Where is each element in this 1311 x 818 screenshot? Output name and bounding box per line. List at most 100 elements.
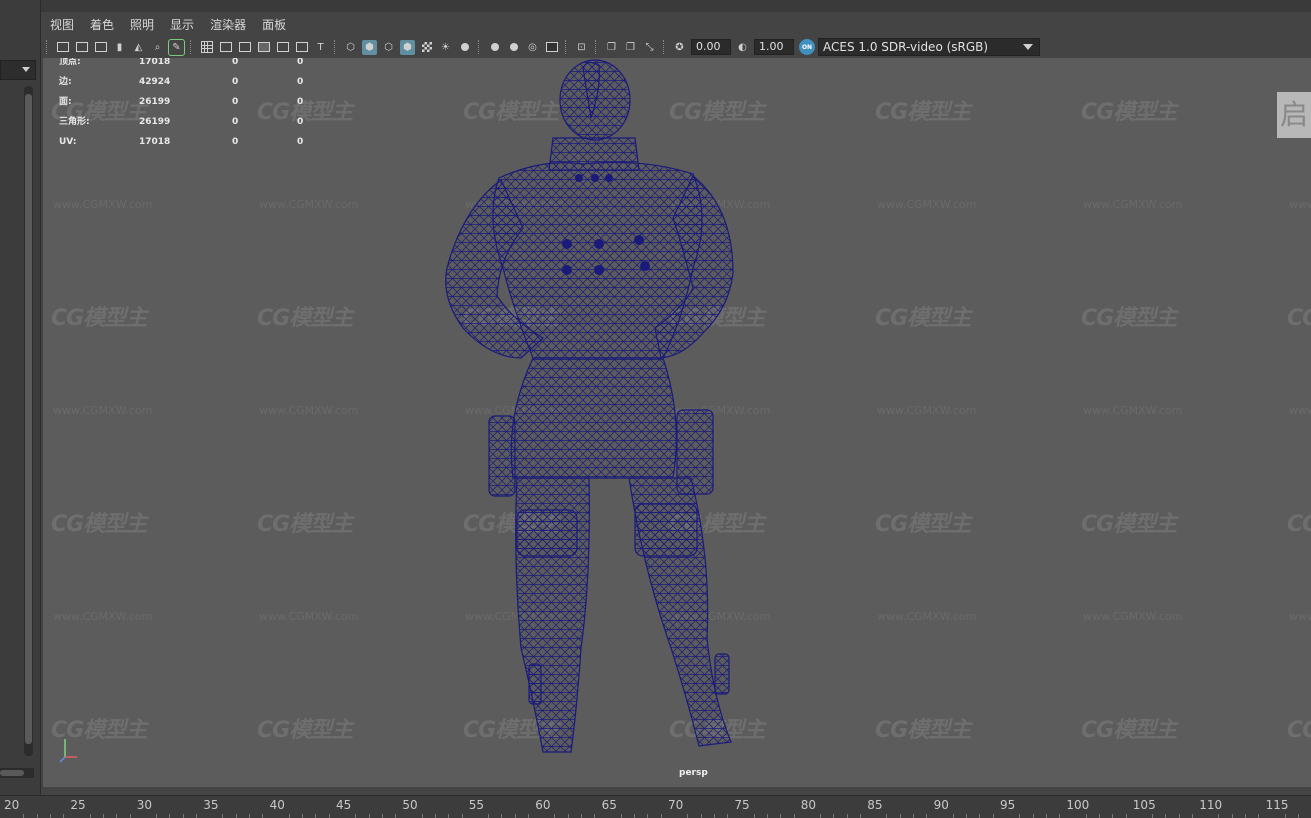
timeline-tick — [966, 814, 968, 818]
timeline-tick — [1125, 814, 1127, 818]
timeline-tick — [1258, 814, 1260, 818]
checker-icon[interactable] — [419, 40, 434, 55]
left-panel-hscrollbar[interactable] — [0, 768, 34, 778]
chevron-down-icon — [22, 67, 30, 72]
axis-gizmo-icon — [59, 739, 77, 763]
timeline-tick-label: 25 — [70, 798, 86, 812]
wireframe-icon[interactable]: ⬡ — [343, 40, 358, 55]
left-panel-scrollbar[interactable] — [24, 86, 33, 756]
timeline-tick — [1059, 814, 1061, 818]
color-space-select[interactable]: ACES 1.0 SDR-video (sRGB) — [818, 38, 1040, 56]
timeline-tick — [381, 814, 383, 818]
left-panel-dropdown[interactable] — [0, 60, 36, 80]
toolbar-separator — [595, 40, 598, 54]
hscrollbar-thumb[interactable] — [0, 770, 24, 776]
shadows-icon[interactable] — [457, 40, 472, 55]
timeline-tick — [129, 814, 131, 818]
grease-pencil-icon[interactable]: ✎ — [168, 38, 185, 56]
smooth-shade-icon[interactable]: ⬢ — [362, 39, 377, 55]
field-chart-icon[interactable] — [275, 40, 290, 55]
timeline-tick — [1045, 814, 1047, 818]
2d-pan-zoom-icon[interactable]: ⌕ — [150, 40, 165, 55]
xray-icon[interactable]: ❐ — [604, 40, 619, 55]
film-gate-icon[interactable] — [218, 40, 233, 55]
image-plane-icon[interactable]: ◭ — [131, 40, 146, 55]
safe-action-icon[interactable] — [294, 40, 309, 55]
timeline-tick — [355, 814, 357, 818]
scrollbar-thumb[interactable] — [25, 94, 32, 744]
color-management-toggle[interactable]: ON — [799, 39, 815, 55]
timeline-tick — [501, 814, 503, 818]
model-left-knee-pad — [516, 509, 578, 557]
menu-show[interactable]: 显示 — [162, 14, 202, 36]
exposure-field[interactable]: 0.00 — [691, 39, 731, 55]
menu-view[interactable]: 视图 — [42, 14, 82, 36]
timeline-tick — [262, 814, 264, 818]
menu-shading[interactable]: 着色 — [82, 14, 122, 36]
xray-components-icon[interactable]: ⤡ — [642, 40, 657, 55]
hud-value: 0 — [297, 117, 304, 127]
gamma-field[interactable]: 1.00 — [754, 39, 794, 55]
timeline-tick-label: 45 — [336, 798, 352, 812]
character-wireframe-model[interactable] — [43, 58, 1311, 787]
textured-icon[interactable]: ⬢ — [400, 39, 415, 55]
timeline-tick — [780, 814, 782, 818]
panel-toolbar: ▮ ◭ ⌕ ✎ T ⬡ ⬢ ⬡ ⬢ ☀ ◎ ⊡ ❐ ❐ ⤡ ✪ 0.00 ◐ 1… — [42, 36, 1311, 58]
timeline-tick — [620, 814, 622, 818]
hud-label: UV: — [59, 137, 77, 147]
isolate-select-icon[interactable]: ⊡ — [574, 40, 589, 55]
resolution-gate-icon[interactable] — [237, 40, 252, 55]
multisample-aa-icon[interactable]: ◎ — [525, 40, 540, 55]
timeline-tick — [235, 814, 237, 818]
menu-lighting[interactable]: 照明 — [122, 14, 162, 36]
camera-name-label: persp — [679, 768, 708, 778]
timeline-tick — [713, 814, 715, 818]
timeline-tick — [156, 814, 158, 818]
timeline-tick — [1191, 814, 1193, 818]
timeline-tick — [434, 814, 436, 818]
gamma-icon[interactable]: ◐ — [735, 40, 750, 55]
timeline-tick — [116, 814, 118, 818]
menu-renderer[interactable]: 渲染器 — [202, 14, 254, 36]
model-right-knee-pad — [634, 503, 698, 557]
time-slider[interactable]: 20 25 30 35 40 45 50 55 60 65 70 75 80 85 90 95 100 105 11… — [0, 795, 1311, 818]
chevron-down-icon — [1023, 44, 1033, 50]
grid-icon[interactable] — [199, 40, 214, 55]
motion-blur-icon[interactable] — [506, 40, 521, 55]
timeline-tick — [1112, 814, 1114, 818]
timeline-tick-label: 30 — [136, 798, 153, 812]
timeline-tick — [527, 814, 529, 818]
safe-title-icon[interactable]: T — [313, 40, 328, 55]
timeline-tick — [1152, 814, 1154, 818]
depth-of-field-icon[interactable] — [544, 40, 559, 55]
timeline-tick — [49, 814, 51, 818]
timeline-tick-label: 50 — [402, 798, 418, 812]
model-left-holster — [488, 415, 516, 497]
timeline-tick-label: 75 — [734, 798, 750, 812]
hud-value: 0 — [232, 117, 239, 127]
hud-value: 0 — [232, 137, 239, 147]
menu-panels[interactable]: 面板 — [254, 14, 294, 36]
hud-label: 顶点: — [59, 58, 81, 67]
gate-mask-icon[interactable] — [256, 40, 271, 55]
bookmark-icon[interactable]: ▮ — [112, 40, 127, 55]
timeline-tick — [660, 814, 662, 818]
timeline-tick — [1178, 814, 1180, 818]
xray-joints-icon[interactable]: ❐ — [623, 40, 638, 55]
toolbar-separator — [46, 40, 49, 54]
color-space-label: ACES 1.0 SDR-video (sRGB) — [823, 40, 989, 54]
timeline-tick-label: 70 — [668, 798, 684, 812]
toolbar-separator — [478, 40, 481, 54]
wireframe-on-shaded-icon[interactable]: ⬡ — [381, 40, 396, 55]
use-all-lights-icon[interactable]: ☀ — [438, 40, 453, 55]
camera-lock-icon[interactable] — [93, 40, 108, 55]
screen-space-ao-icon[interactable] — [487, 40, 502, 55]
camera-attributes-icon[interactable] — [74, 40, 89, 55]
exposure-icon[interactable]: ✪ — [672, 40, 687, 55]
camera-select-icon[interactable] — [55, 40, 70, 55]
timeline-tick — [1019, 814, 1021, 818]
timeline-tick — [63, 814, 65, 818]
timeline-tick — [1231, 814, 1233, 818]
timeline-tick — [581, 814, 583, 818]
3d-viewport[interactable]: CG模型主 www.CGMXW.com CG模型主 www.CGMXW.com CG模型… — [43, 58, 1311, 787]
